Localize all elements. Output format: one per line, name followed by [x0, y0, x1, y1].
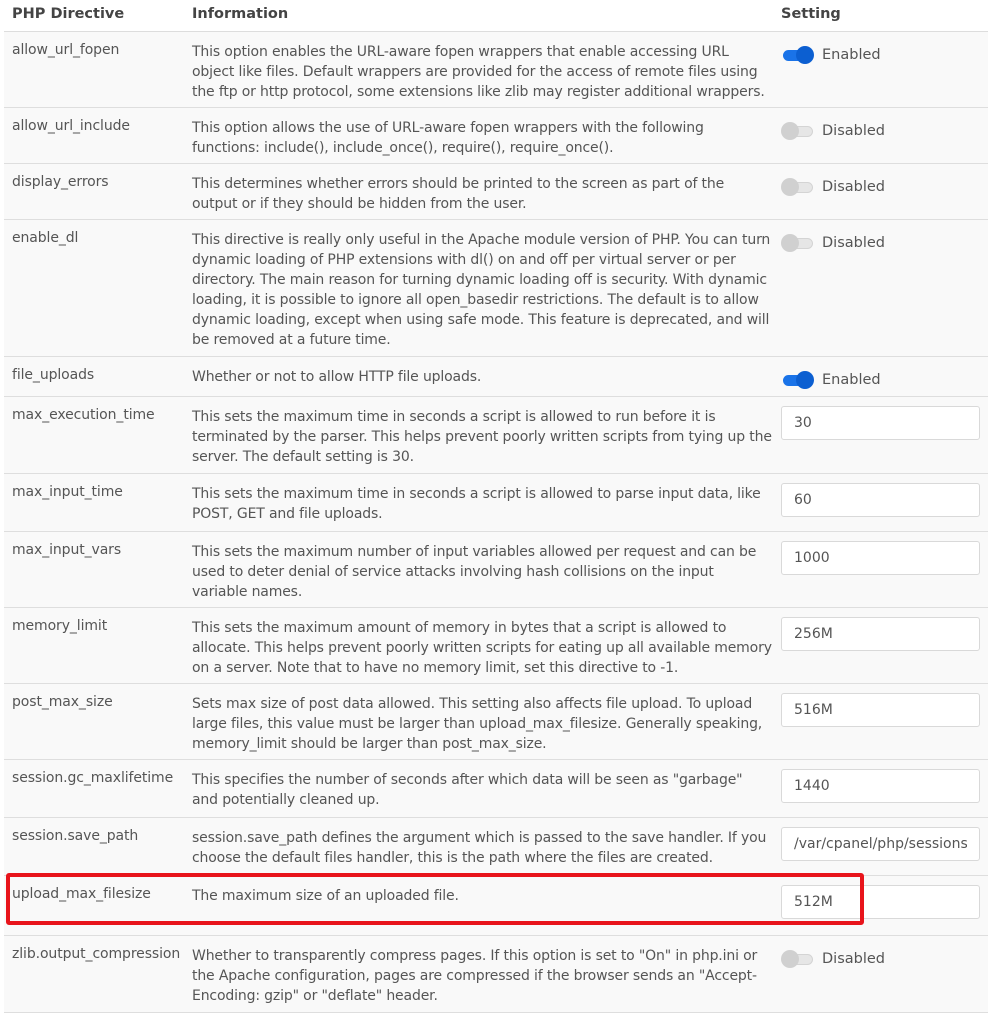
directive-setting: Disabled [781, 174, 981, 196]
directive-name: post_max_size [12, 694, 113, 710]
directive-setting: Disabled [781, 230, 981, 252]
directive-information: session.save_path defines the argument w… [192, 830, 767, 866]
toggle-knob[interactable] [781, 234, 799, 252]
directive-setting: Disabled [781, 118, 981, 140]
directive-setting [781, 885, 981, 919]
directive-setting [781, 769, 981, 803]
directive-setting [781, 827, 981, 861]
table-row: allow_url_include This option allows the … [4, 108, 988, 164]
table-row: post_max_size Sets max size of post data … [4, 684, 988, 760]
max-input-vars-input[interactable] [781, 541, 980, 575]
table-row: max_input_vars This sets the maximum numb… [4, 532, 988, 608]
toggle-off-icon[interactable] [781, 234, 814, 252]
toggle-off-icon[interactable] [781, 950, 814, 968]
table-row: enable_dl This directive is really only u… [4, 220, 988, 357]
directive-information: This sets the maximum time in seconds a … [192, 486, 761, 522]
directive-name: enable_dl [12, 230, 79, 246]
directive-information: This option enables the URL-aware fopen … [192, 44, 765, 100]
directive-name: allow_url_include [12, 118, 130, 134]
directive-name: max_execution_time [12, 407, 155, 423]
directive-setting: Enabled [781, 367, 981, 389]
directive-name: display_errors [12, 174, 109, 190]
directive-information: Sets max size of post data allowed. This… [192, 696, 763, 752]
toggle-off-icon[interactable] [781, 122, 814, 140]
directive-setting [781, 483, 981, 517]
directive-name: max_input_vars [12, 542, 122, 558]
directive-name: memory_limit [12, 618, 108, 634]
toggle-label: Disabled [822, 123, 885, 139]
directive-information: This sets the maximum time in seconds a … [192, 409, 772, 465]
toggle-switch[interactable]: Disabled [781, 178, 981, 196]
toggle-switch[interactable]: Enabled [781, 371, 981, 389]
directive-information: The maximum size of an uploaded file. [192, 888, 459, 904]
directive-setting: Disabled [781, 946, 981, 968]
directive-information: This sets the maximum amount of memory i… [192, 620, 772, 676]
toggle-label: Disabled [822, 179, 885, 195]
directive-name: session.gc_maxlifetime [12, 770, 174, 786]
directive-name: zlib.output_compression [12, 946, 181, 962]
directive-setting [781, 541, 981, 575]
php-directives-table: PHP Directive Information Setting allow_… [4, 0, 988, 1013]
table-row: file_uploads Whether or not to allow HTTP… [4, 357, 988, 397]
max-input-time-input[interactable] [781, 483, 980, 517]
table-header: PHP Directive Information Setting [4, 0, 988, 32]
table-row: max_input_time This sets the maximum time… [4, 474, 988, 532]
column-header-information: Information [192, 6, 289, 22]
toggle-knob[interactable] [781, 178, 799, 196]
table-row: display_errors This determines whether er… [4, 164, 988, 220]
directive-information: This determines whether errors should be… [192, 176, 725, 212]
directive-name: allow_url_fopen [12, 42, 120, 58]
toggle-on-icon[interactable] [781, 46, 814, 64]
toggle-knob[interactable] [781, 950, 799, 968]
toggle-label: Enabled [822, 47, 881, 63]
directive-setting: Enabled [781, 42, 981, 64]
max-execution-time-input[interactable] [781, 406, 980, 440]
toggle-knob[interactable] [781, 122, 799, 140]
toggle-switch[interactable]: Disabled [781, 234, 981, 252]
directive-information: This option allows the use of URL-aware … [192, 120, 704, 156]
session-save-path-input[interactable] [781, 827, 980, 861]
table-row: session.gc_maxlifetime This specifies the… [4, 760, 988, 818]
toggle-on-icon[interactable] [781, 371, 814, 389]
toggle-switch[interactable]: Disabled [781, 950, 981, 968]
toggle-label: Disabled [822, 951, 885, 967]
toggle-label: Disabled [822, 235, 885, 251]
toggle-knob[interactable] [796, 371, 814, 389]
directive-name: max_input_time [12, 484, 123, 500]
table-row: session.save_path session.save_path defin… [4, 818, 988, 876]
directive-information: This sets the maximum number of input va… [192, 544, 757, 600]
directive-information: This directive is really only useful in … [192, 232, 771, 348]
directive-setting [781, 693, 981, 727]
directive-name: session.save_path [12, 828, 139, 844]
table-row: memory_limit This sets the maximum amount… [4, 608, 988, 684]
table-row: zlib.output_compression Whether to transp… [4, 936, 988, 1013]
table-row: allow_url_fopen This option enables the U… [4, 32, 988, 108]
toggle-switch[interactable]: Enabled [781, 46, 981, 64]
memory-limit-input[interactable] [781, 617, 980, 651]
table-row: max_execution_time This sets the maximum … [4, 397, 988, 474]
toggle-label: Enabled [822, 372, 881, 388]
toggle-knob[interactable] [796, 46, 814, 64]
column-header-directive: PHP Directive [12, 6, 125, 22]
directive-information: This specifies the number of seconds aft… [192, 772, 743, 808]
table-row: upload_max_filesize The maximum size of a… [4, 876, 988, 936]
directive-information: Whether to transparently compress pages.… [192, 948, 758, 1004]
toggle-switch[interactable]: Disabled [781, 122, 981, 140]
directive-information: Whether or not to allow HTTP file upload… [192, 369, 482, 385]
table-body: allow_url_fopen This option enables the U… [4, 32, 988, 1013]
upload-max-filesize-input[interactable] [781, 885, 980, 919]
post-max-size-input[interactable] [781, 693, 980, 727]
directive-name: file_uploads [12, 367, 95, 383]
toggle-off-icon[interactable] [781, 178, 814, 196]
directive-name: upload_max_filesize [12, 886, 151, 902]
directive-setting [781, 406, 981, 440]
directive-setting [781, 617, 981, 651]
column-header-setting: Setting [781, 6, 841, 22]
session-gc-maxlifetime-input[interactable] [781, 769, 980, 803]
